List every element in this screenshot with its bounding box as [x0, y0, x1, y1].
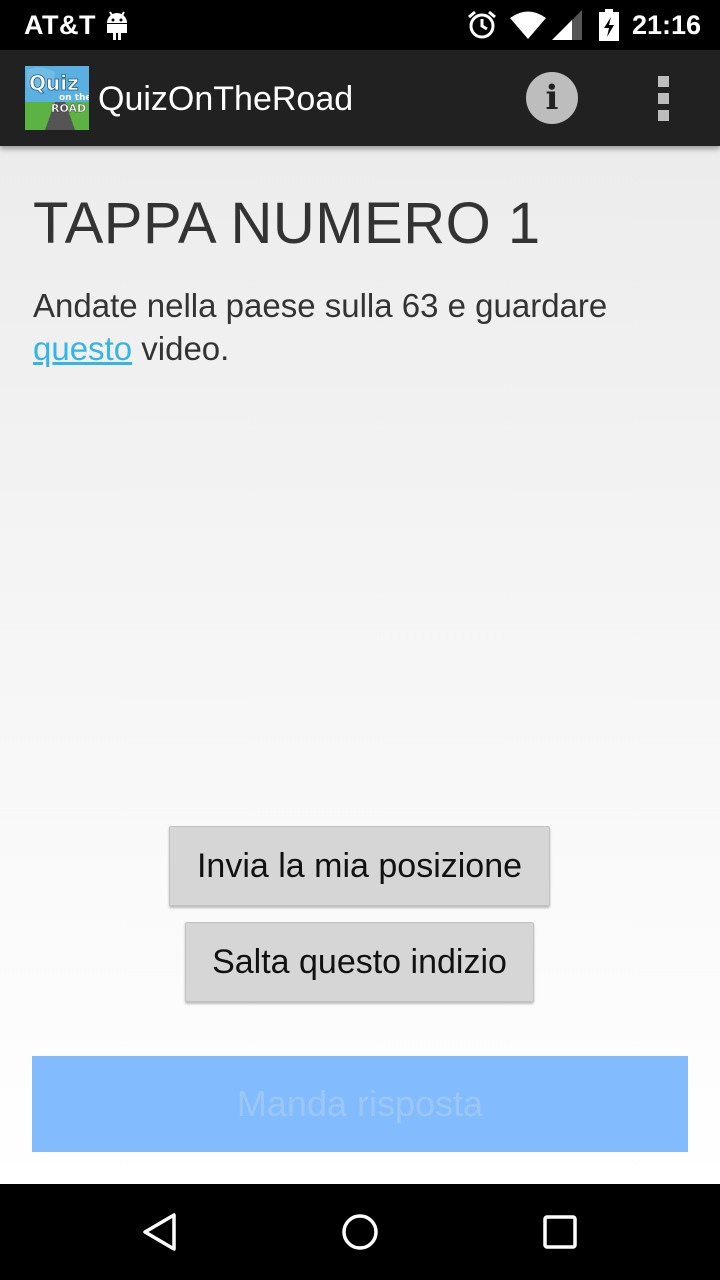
svg-text:Quiz: Quiz	[29, 71, 79, 95]
info-icon[interactable]: i	[526, 72, 578, 124]
carrier-name: AT&T	[24, 10, 96, 40]
back-icon[interactable]	[140, 1212, 180, 1252]
status-clock: 21:16	[632, 10, 702, 40]
android-icon	[107, 11, 127, 40]
page-title: TAPPA NUMERO 1	[33, 191, 541, 256]
battery-icon	[599, 9, 619, 41]
home-icon[interactable]	[340, 1212, 380, 1252]
skip-hint-button[interactable]: Salta questo indizio	[185, 922, 534, 1002]
overflow-menu-icon[interactable]	[650, 76, 678, 122]
app-title: QuizOnTheRoad	[98, 80, 354, 118]
status-bar: AT&T 21:16	[0, 0, 720, 50]
send-location-button[interactable]: Invia la mia posizione	[169, 826, 550, 906]
alarm-icon	[468, 10, 496, 39]
recents-icon[interactable]	[540, 1212, 580, 1252]
navigation-bar	[0, 1184, 720, 1280]
wifi-icon	[510, 11, 546, 39]
submit-answer-button[interactable]: Manda risposta	[32, 1056, 688, 1152]
app-logo: Quiz on the ROAD	[25, 66, 89, 130]
signal-icon	[552, 10, 582, 40]
content-area: TAPPA NUMERO 1 Andate nella paese sulla …	[0, 146, 720, 1184]
action-bar: Quiz on the ROAD QuizOnTheRoad i	[0, 50, 720, 146]
svg-text:ROAD: ROAD	[51, 102, 86, 115]
video-link[interactable]: questo	[33, 330, 132, 367]
instruction-text: Andate nella paese sulla 63 e guardare q…	[33, 284, 693, 370]
instruction-text-start: Andate nella paese sulla 63 e guardare	[33, 287, 608, 324]
instruction-text-end: video.	[132, 330, 230, 367]
